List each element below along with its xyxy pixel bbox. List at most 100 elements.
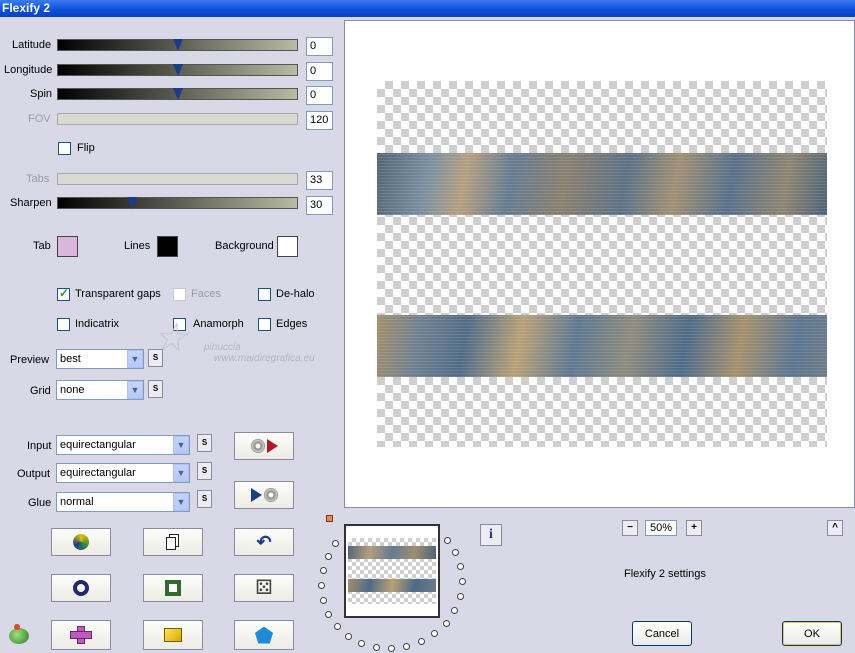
collapse-button[interactable]: ^ (827, 520, 843, 536)
ok-button[interactable]: OK (782, 621, 842, 646)
glue-label: Glue (28, 497, 52, 509)
main-preview[interactable] (344, 20, 855, 508)
cancel-button[interactable]: Cancel (632, 621, 692, 646)
latitude-value[interactable]: 0 (306, 37, 333, 56)
de-halo-checkbox[interactable] (258, 288, 271, 301)
orbit-dot[interactable] (320, 567, 327, 574)
orbit-dot[interactable] (320, 597, 327, 604)
ring-button[interactable] (51, 574, 111, 602)
cross-button[interactable] (51, 620, 111, 650)
preview-select[interactable]: best ▼ (56, 349, 144, 369)
slider-thumb[interactable] (173, 64, 183, 77)
orbit-dot[interactable] (325, 611, 332, 618)
chevron-down-icon[interactable]: ▼ (173, 464, 189, 482)
preview-label: Preview (10, 354, 50, 366)
indicatrix-checkbox[interactable] (57, 318, 70, 331)
palette-icon (73, 534, 89, 550)
cube-icon (164, 628, 182, 642)
pentagon-icon (255, 626, 273, 644)
output-select-value: equirectangular (60, 467, 136, 479)
glue-select[interactable]: normal ▼ (56, 492, 190, 512)
glue-select-value: normal (60, 496, 94, 508)
ring-icon (73, 580, 89, 596)
slider-thumb[interactable] (127, 197, 137, 210)
random-button[interactable]: ⚄ (234, 574, 294, 602)
flip-label: Flip (77, 142, 95, 154)
orbit-dot[interactable] (444, 537, 451, 544)
orbit-dot[interactable] (332, 540, 339, 547)
orbit-dot[interactable] (459, 578, 466, 585)
indicatrix-label: Indicatrix (75, 318, 120, 330)
slider-thumb[interactable] (173, 88, 183, 101)
orbit-dot[interactable] (418, 638, 425, 645)
longitude-value[interactable]: 0 (306, 62, 333, 81)
orbit-dot[interactable] (373, 644, 380, 651)
orbit-dot[interactable] (358, 640, 365, 647)
chevron-down-icon[interactable]: ▼ (127, 381, 143, 399)
zoom-level: 50% (645, 520, 677, 536)
pentagon-button[interactable] (234, 620, 294, 650)
square-frame-icon (165, 580, 181, 596)
grid-s-button[interactable]: S (148, 380, 163, 398)
fov-value[interactable]: 120 (306, 111, 333, 130)
convert-forward-button[interactable] (234, 432, 294, 460)
tabs-value[interactable]: 33 (306, 171, 333, 190)
spin-slider[interactable] (57, 88, 298, 100)
preview-band-bottom (377, 315, 827, 377)
orbit-dot[interactable] (443, 620, 450, 627)
chevron-down-icon[interactable]: ▼ (173, 436, 189, 454)
chevron-down-icon[interactable]: ▼ (173, 493, 189, 511)
input-s-button[interactable]: S (197, 434, 212, 452)
square-frame-button[interactable] (143, 574, 203, 602)
randomize-colors-button[interactable] (51, 528, 111, 556)
orbit-dot[interactable] (457, 563, 464, 570)
de-halo-label: De-halo (276, 288, 315, 300)
orbit-dot[interactable] (334, 623, 341, 630)
sharpen-value[interactable]: 30 (306, 196, 333, 215)
flip-checkbox[interactable] (58, 142, 71, 155)
latitude-label: Latitude (12, 39, 52, 51)
thumbnail-band-bottom (348, 579, 436, 592)
background-color-swatch[interactable] (277, 236, 298, 257)
undo-button[interactable]: ↶ (234, 528, 294, 556)
latitude-slider[interactable] (57, 39, 298, 51)
zoom-in-button[interactable]: + (686, 520, 702, 536)
longitude-slider[interactable] (57, 64, 298, 76)
preview-s-button[interactable]: S (148, 349, 163, 367)
orbit-dot[interactable] (345, 633, 352, 640)
tab-color-swatch[interactable] (57, 236, 78, 257)
lines-color-swatch[interactable] (157, 236, 178, 257)
orbit-dot[interactable] (403, 643, 410, 650)
thumbnail-navigator[interactable] (344, 524, 440, 618)
output-s-button[interactable]: S (197, 462, 212, 480)
input-select[interactable]: equirectangular ▼ (56, 435, 190, 455)
copy-button[interactable] (143, 528, 203, 556)
preview-band-top (377, 153, 827, 215)
convert-back-button[interactable] (234, 481, 294, 509)
zoom-out-button[interactable]: − (622, 520, 638, 536)
spin-value[interactable]: 0 (306, 86, 333, 105)
tab-color-label: Tab (33, 240, 51, 252)
orbit-dot[interactable] (457, 593, 464, 600)
slider-thumb[interactable] (173, 39, 183, 52)
orbit-dot[interactable] (452, 549, 459, 556)
background-color-label: Background (215, 240, 274, 252)
orbit-dot[interactable] (325, 553, 332, 560)
sharpen-slider[interactable] (57, 197, 298, 209)
orbit-dot[interactable] (431, 630, 438, 637)
navigator-handle[interactable] (326, 515, 333, 522)
undo-icon: ↶ (256, 531, 272, 552)
fov-slider (57, 113, 298, 125)
orbit-dot[interactable] (451, 607, 458, 614)
orbit-dot[interactable] (388, 645, 395, 652)
grid-select[interactable]: none ▼ (56, 380, 144, 400)
info-button[interactable]: i (480, 524, 502, 546)
input-label: Input (27, 440, 52, 452)
watermark-name: pinuccia (204, 342, 241, 353)
chevron-down-icon[interactable]: ▼ (127, 350, 143, 368)
orbit-dot[interactable] (318, 582, 325, 589)
transparent-gaps-checkbox[interactable] (57, 286, 70, 301)
output-select[interactable]: equirectangular ▼ (56, 463, 190, 483)
glue-s-button[interactable]: S (197, 490, 212, 508)
cube-button[interactable] (143, 620, 203, 650)
